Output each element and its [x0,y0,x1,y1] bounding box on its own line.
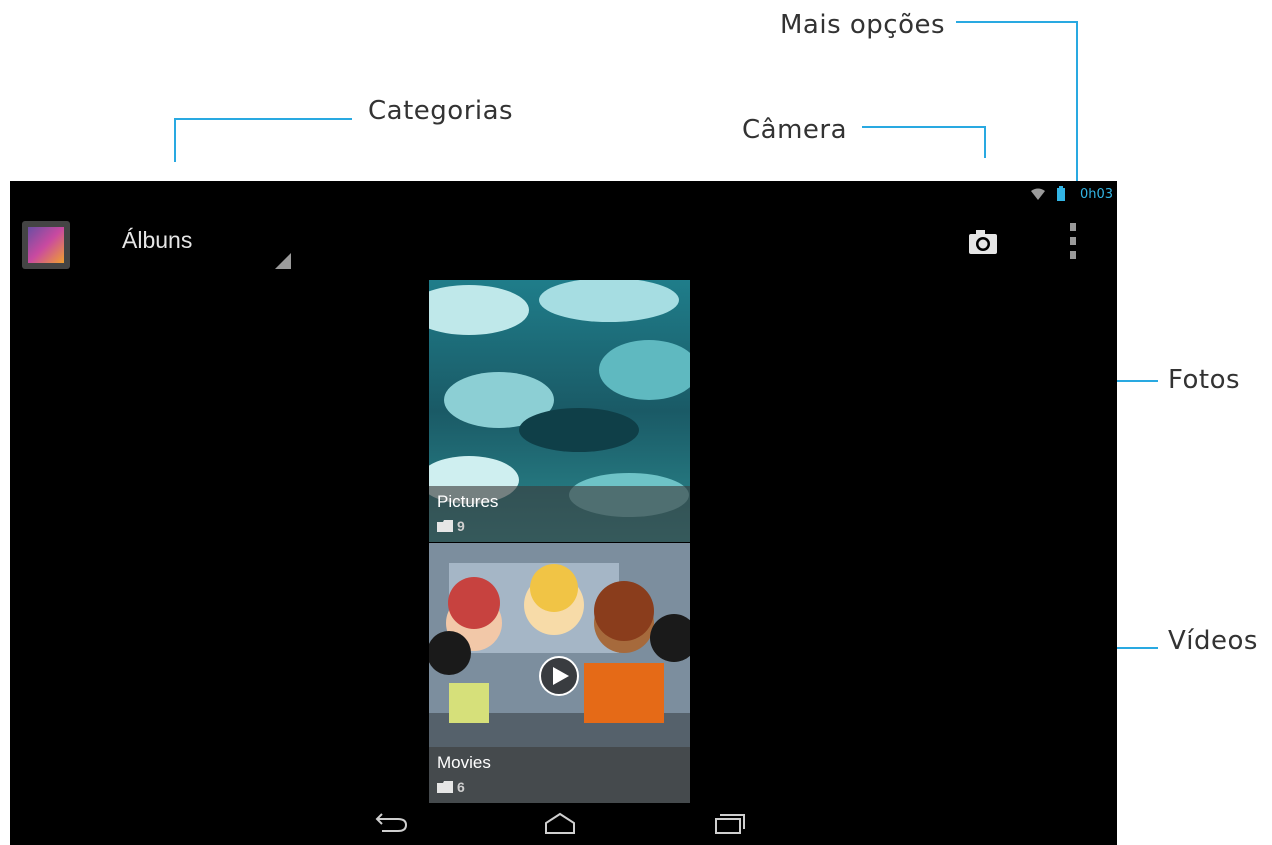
callout-line-camera-h [862,126,986,128]
callout-fotos: Fotos [1168,365,1241,395]
callout-line-categorias-h [174,118,352,120]
callout-mais-opcoes: Mais opções [780,10,946,40]
callout-line-mais-opcoes-v [1076,21,1078,181]
callout-categorias: Categorias [368,96,514,126]
battery-icon [1057,186,1065,201]
folder-icon [437,781,453,793]
album-count: 9 [457,518,465,534]
system-nav-bar [10,801,1117,845]
album-tile-pictures[interactable]: Pictures 9 [429,280,690,542]
camera-icon[interactable] [968,229,998,255]
gallery-app-icon[interactable] [22,221,70,269]
callout-line-camera-v [984,126,986,158]
album-tile-movies[interactable]: Movies 6 [429,543,690,803]
overflow-menu-icon[interactable] [1068,223,1078,259]
status-time: 0h03 [1079,187,1113,202]
dropdown-indicator-icon[interactable] [275,253,291,269]
home-icon[interactable] [540,809,580,837]
back-icon[interactable] [372,809,412,837]
recent-apps-icon[interactable] [710,809,750,837]
album-name: Movies [437,753,491,772]
folder-icon [437,520,453,532]
album-name: Pictures [437,492,499,511]
status-bar: 0h03 [917,181,1117,209]
tablet-screen: 0h03 Álbuns Pictures 9 Movies 6 [10,181,1117,845]
callout-line-categorias-v [174,118,176,162]
wifi-icon [1031,188,1045,200]
category-title[interactable]: Álbuns [122,227,192,254]
callout-videos: Vídeos [1168,626,1258,656]
album-count: 6 [457,779,465,795]
callout-line-mais-opcoes-h [956,21,1078,23]
callout-camera: Câmera [742,115,848,145]
